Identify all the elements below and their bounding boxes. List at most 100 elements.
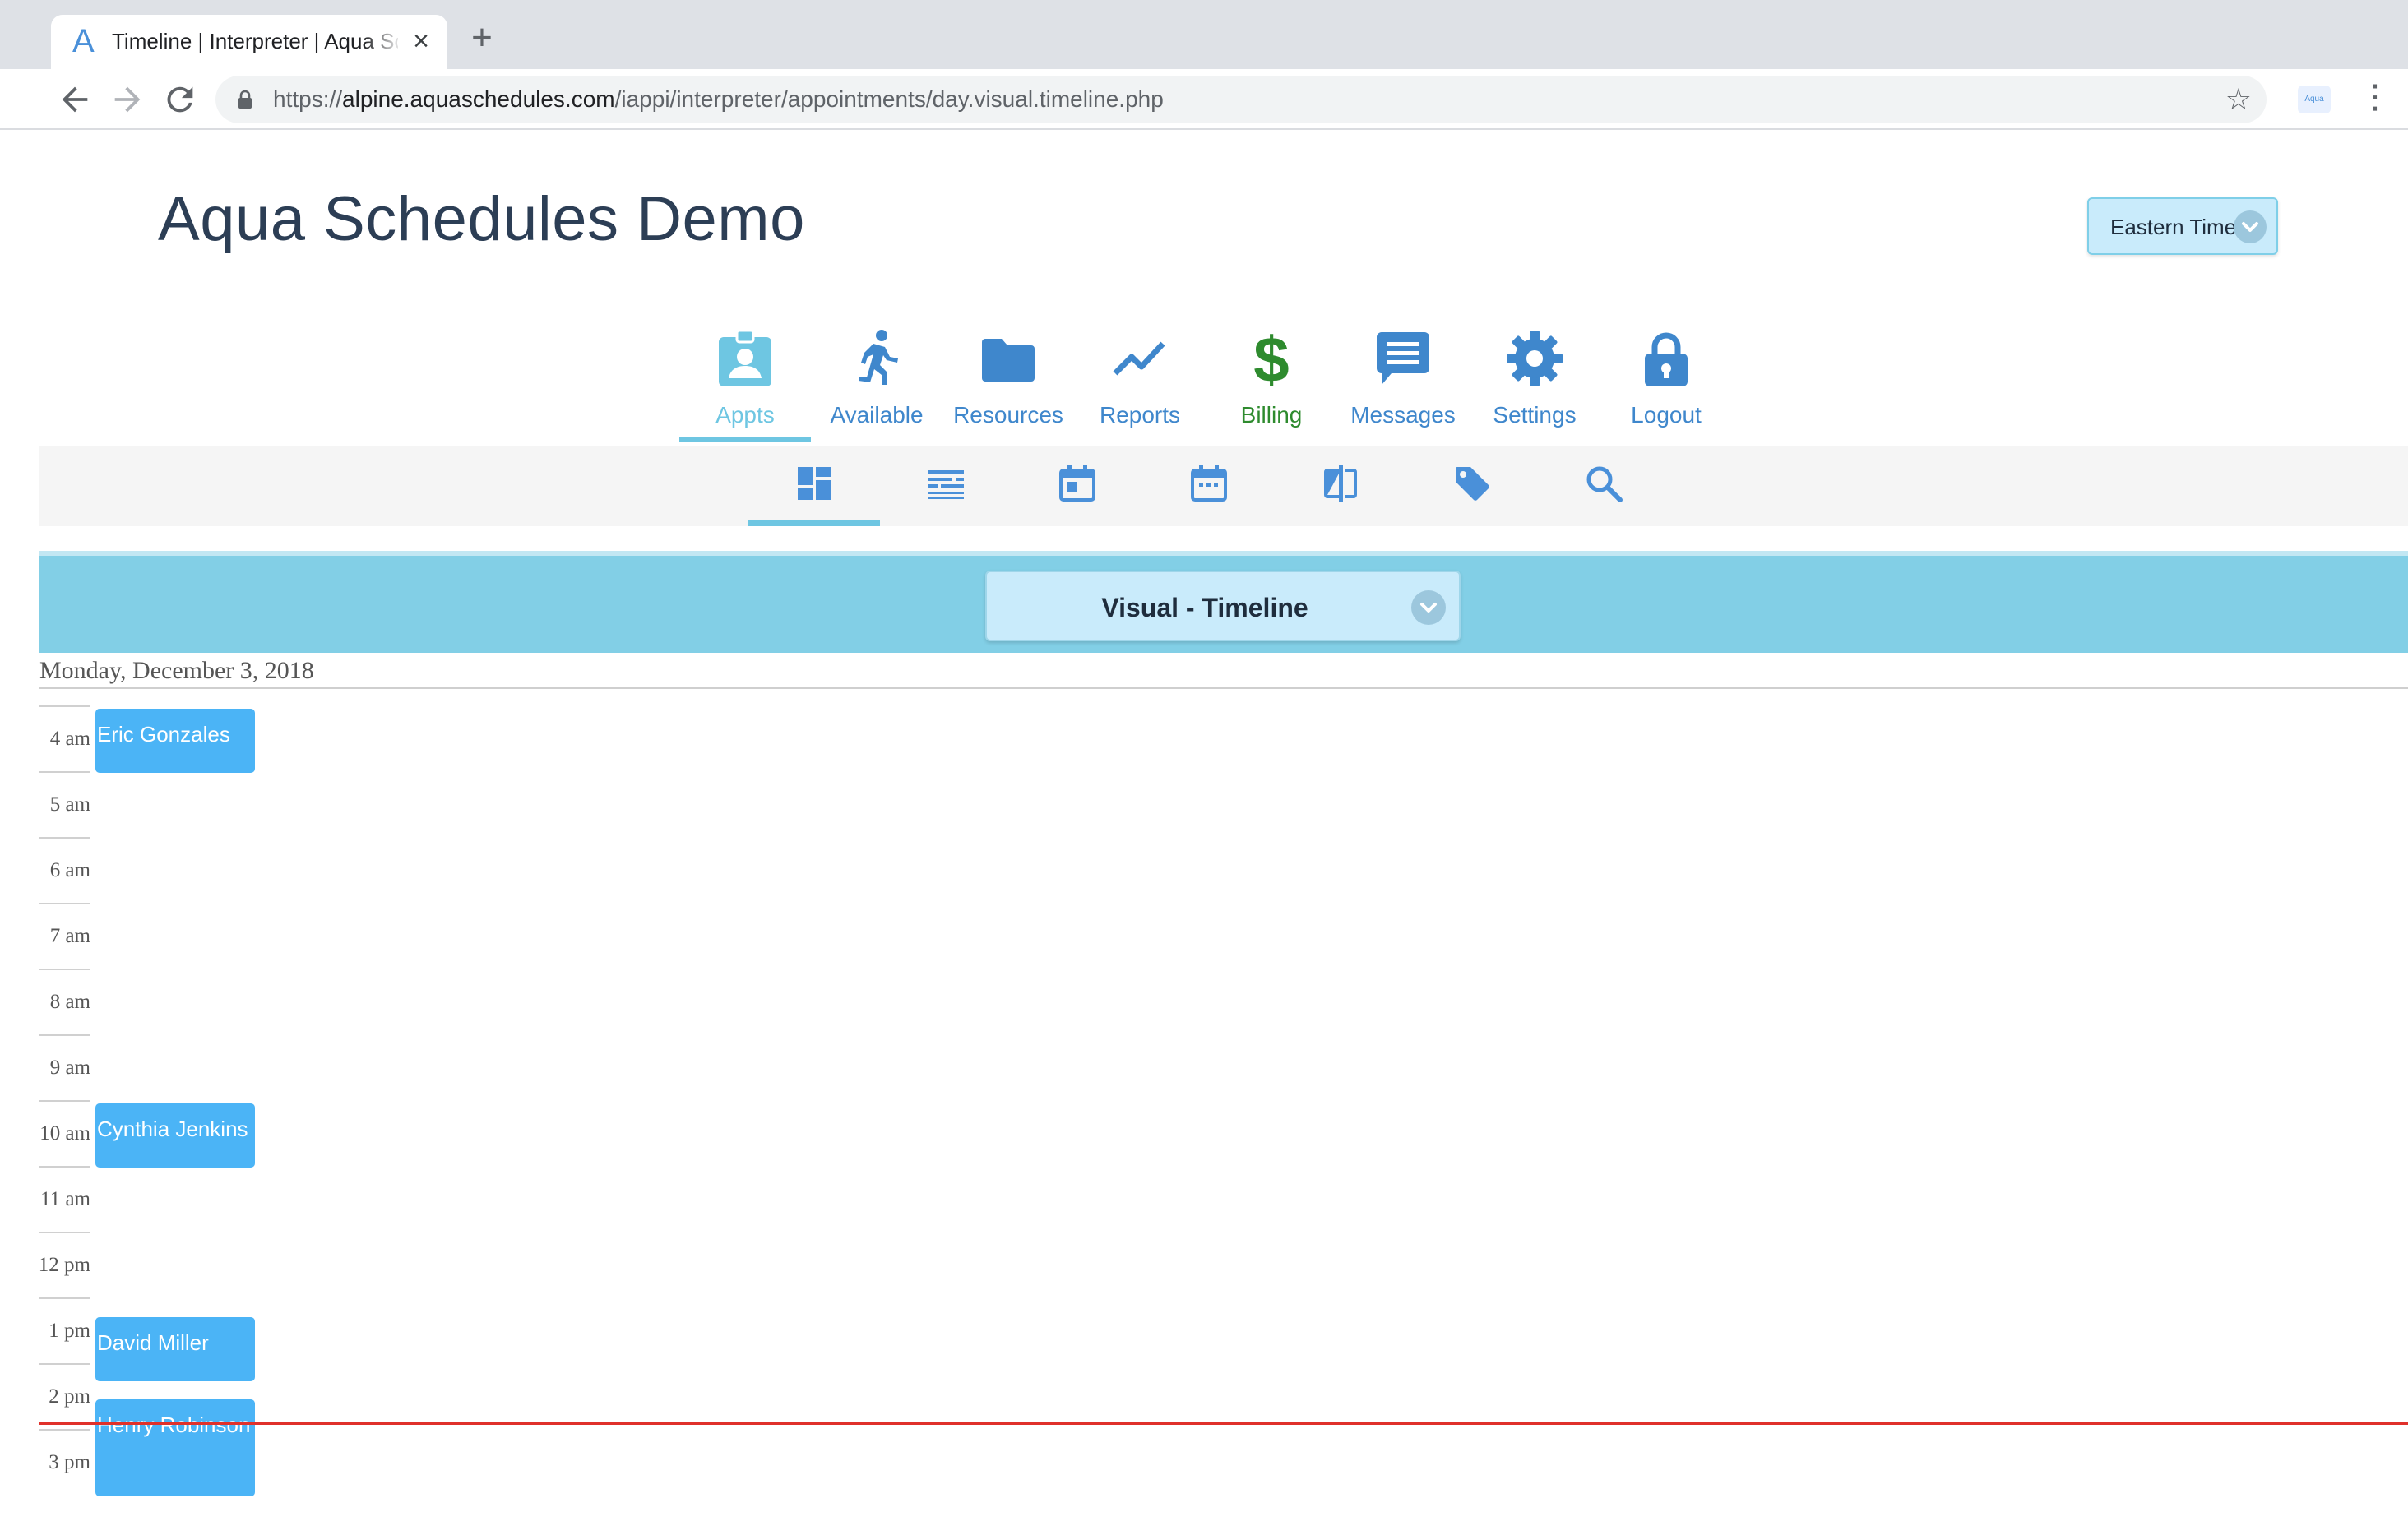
- nav-label-messages: Messages: [1350, 402, 1456, 428]
- hour-tick: [39, 1429, 90, 1431]
- url-text: https://alpine.aquaschedules.com/iappi/i…: [273, 86, 1164, 112]
- subnav-tags[interactable]: [1406, 446, 1538, 526]
- main-nav: Appts Available Resources Reports $ Bill…: [39, 327, 2408, 442]
- hour-tick: [39, 1363, 90, 1365]
- hour-label: 2 pm: [49, 1385, 90, 1408]
- back-arrow-icon[interactable]: [56, 81, 94, 118]
- hour-row: 6 am: [39, 837, 90, 903]
- new-tab-plus-icon[interactable]: +: [465, 20, 498, 56]
- search-icon: [1586, 466, 1623, 502]
- svg-text:$: $: [1253, 329, 1289, 388]
- subnav-calendar-day[interactable]: [1012, 446, 1143, 526]
- hour-row: 1 pm: [39, 1297, 90, 1363]
- nav-label-reports: Reports: [1099, 402, 1181, 428]
- hour-label: 1 pm: [49, 1320, 90, 1342]
- day-timeline: 4 am 5 am 6 am 7 am 8 am 9 am 10 am 11 am 12 pm 1…: [39, 705, 2408, 1526]
- appointment-name: David Miller: [97, 1330, 209, 1355]
- subnav-dashboard[interactable]: [748, 446, 880, 526]
- hour-label: 9 am: [49, 1057, 90, 1079]
- aqua-extension-icon[interactable]: Aqua: [2298, 86, 2331, 113]
- forward-arrow-icon[interactable]: [109, 81, 146, 118]
- nav-item-reports[interactable]: Reports: [1074, 327, 1206, 442]
- subnav-calendar-month[interactable]: [1143, 446, 1275, 526]
- hour-label: 5 am: [49, 793, 90, 816]
- appointment-name: Cynthia Jenkins: [97, 1117, 248, 1141]
- hour-label: 7 am: [49, 925, 90, 947]
- hour-row: 2 pm: [39, 1363, 90, 1429]
- chevron-down-icon: [2234, 210, 2267, 243]
- browser-tab[interactable]: A Timeline | Interpreter | Aqua Schedule…: [51, 15, 447, 69]
- active-subnav-underline: [748, 520, 880, 526]
- date-heading: Monday, December 3, 2018: [39, 657, 314, 684]
- browser-toolbar: https://alpine.aquaschedules.com/iappi/i…: [0, 69, 2408, 130]
- date-divider: [39, 687, 2408, 689]
- padlock-icon: [237, 90, 253, 113]
- browser-menu-icon[interactable]: ⋮: [2359, 81, 2392, 118]
- nav-label-available: Available: [830, 402, 924, 428]
- bookmark-star-icon[interactable]: ☆: [2225, 84, 2252, 115]
- view-select-label: Visual - Timeline: [1101, 593, 1308, 622]
- timezone-select[interactable]: Eastern Time: [2087, 197, 2278, 255]
- appointment-block[interactable]: Henry Robinson: [95, 1399, 255, 1496]
- nav-item-messages[interactable]: Messages: [1337, 327, 1469, 442]
- hour-label: 8 am: [49, 991, 90, 1013]
- hour-tick: [39, 969, 90, 970]
- chevron-down-icon: [1411, 590, 1446, 625]
- hour-row: 9 am: [39, 1034, 90, 1100]
- hour-tick: [39, 903, 90, 904]
- hour-row: 10 am: [39, 1100, 90, 1166]
- hour-row: 5 am: [39, 771, 90, 837]
- browser-tabstrip: A Timeline | Interpreter | Aqua Schedule…: [0, 0, 2408, 69]
- hour-tick: [39, 837, 90, 839]
- line-chart-icon: [1113, 341, 1165, 376]
- hour-tick: [39, 1232, 90, 1233]
- nav-label-resources: Resources: [953, 402, 1063, 428]
- hour-tick: [39, 771, 90, 773]
- current-time-line: [39, 1422, 2408, 1425]
- hour-label: 3 pm: [49, 1451, 90, 1473]
- hour-tick: [39, 1297, 90, 1299]
- compare-icon: [1324, 465, 1357, 502]
- view-select-dropdown[interactable]: Visual - Timeline: [985, 571, 1461, 641]
- hour-tick: [39, 1034, 90, 1036]
- sub-nav: [39, 446, 2408, 526]
- hour-label: 10 am: [39, 1122, 90, 1144]
- list-view-icon: [928, 470, 964, 499]
- address-bar[interactable]: https://alpine.aquaschedules.com/iappi/i…: [215, 76, 2267, 123]
- nav-item-settings[interactable]: Settings: [1469, 327, 1600, 442]
- running-person-icon: [859, 330, 898, 385]
- nav-item-appts[interactable]: Appts: [679, 327, 811, 442]
- reload-icon[interactable]: [161, 81, 199, 118]
- nav-item-resources[interactable]: Resources: [942, 327, 1074, 442]
- tab-title-fade: [364, 23, 403, 59]
- appointment-block[interactable]: Cynthia Jenkins: [95, 1103, 255, 1168]
- site-title: Aqua Schedules Demo: [158, 184, 805, 254]
- hour-row: 7 am: [39, 903, 90, 969]
- hour-row: 11 am: [39, 1166, 90, 1232]
- subnav-search[interactable]: [1538, 446, 1669, 526]
- folder-icon: [982, 339, 1035, 382]
- hour-tick: [39, 1100, 90, 1102]
- appointment-block[interactable]: David Miller: [95, 1317, 255, 1381]
- hour-label: 4 am: [49, 728, 90, 750]
- hour-label: 11 am: [40, 1188, 90, 1210]
- nav-item-logout[interactable]: Logout: [1600, 327, 1732, 442]
- nav-item-available[interactable]: Available: [811, 327, 942, 442]
- timezone-label: Eastern Time: [2110, 215, 2237, 239]
- appts-badge-icon: [719, 329, 771, 386]
- close-icon[interactable]: ×: [406, 26, 436, 56]
- active-tab-underline: [679, 437, 811, 442]
- hour-row: 8 am: [39, 969, 90, 1034]
- hour-label: 12 pm: [38, 1254, 90, 1276]
- tag-icon: [1456, 467, 1489, 501]
- nav-label-appts: Appts: [715, 402, 775, 428]
- appointment-name: Henry Robinson: [97, 1413, 251, 1437]
- nav-item-billing[interactable]: $ Billing: [1206, 327, 1337, 442]
- message-icon: [1377, 332, 1429, 385]
- calendar-month-icon: [1191, 465, 1227, 502]
- subnav-list-view[interactable]: [880, 446, 1012, 526]
- gear-icon: [1507, 331, 1563, 386]
- subnav-compare[interactable]: [1275, 446, 1406, 526]
- appointment-block[interactable]: Eric Gonzales: [95, 709, 255, 773]
- dashboard-icon: [798, 467, 831, 500]
